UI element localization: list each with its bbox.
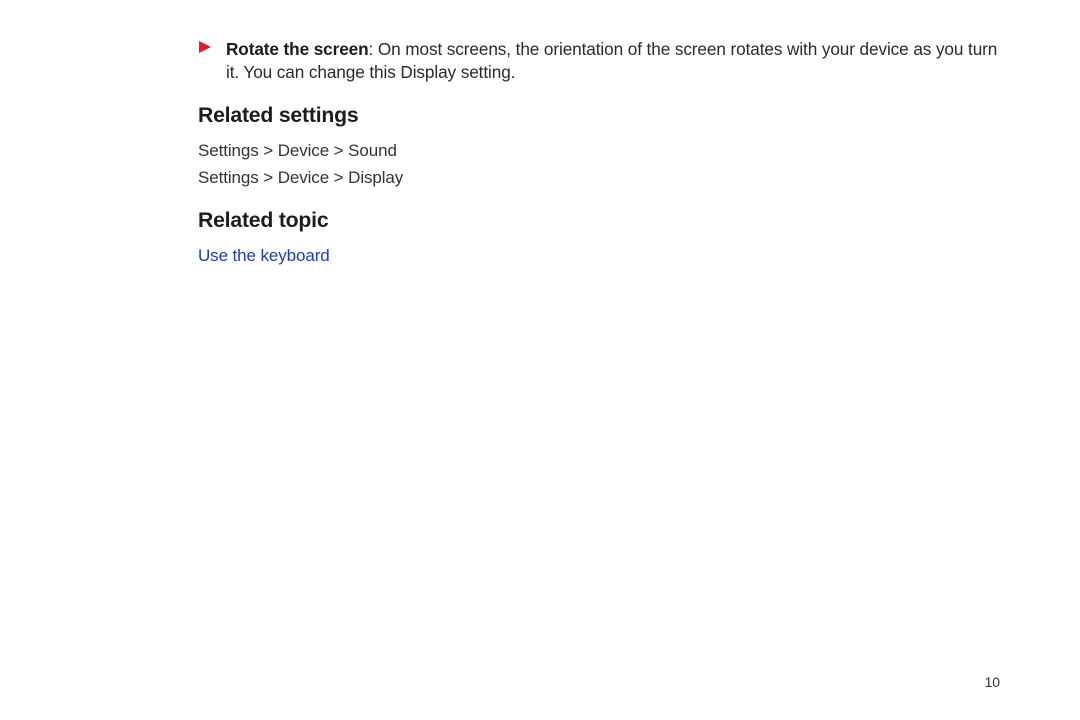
related-topic-heading: Related topic <box>198 209 1000 233</box>
page-number: 10 <box>985 674 1000 690</box>
bullet-item: Rotate the screen: On most screens, the … <box>198 38 1000 84</box>
settings-path-display: Settings > Device > Display <box>198 165 1000 191</box>
settings-path-sound: Settings > Device > Sound <box>198 138 1000 164</box>
related-settings-heading: Related settings <box>198 104 1000 128</box>
use-the-keyboard-link[interactable]: Use the keyboard <box>198 243 330 269</box>
bullet-title: Rotate the screen <box>226 39 369 59</box>
play-bullet-icon <box>198 40 212 84</box>
bullet-text: Rotate the screen: On most screens, the … <box>226 38 1000 84</box>
